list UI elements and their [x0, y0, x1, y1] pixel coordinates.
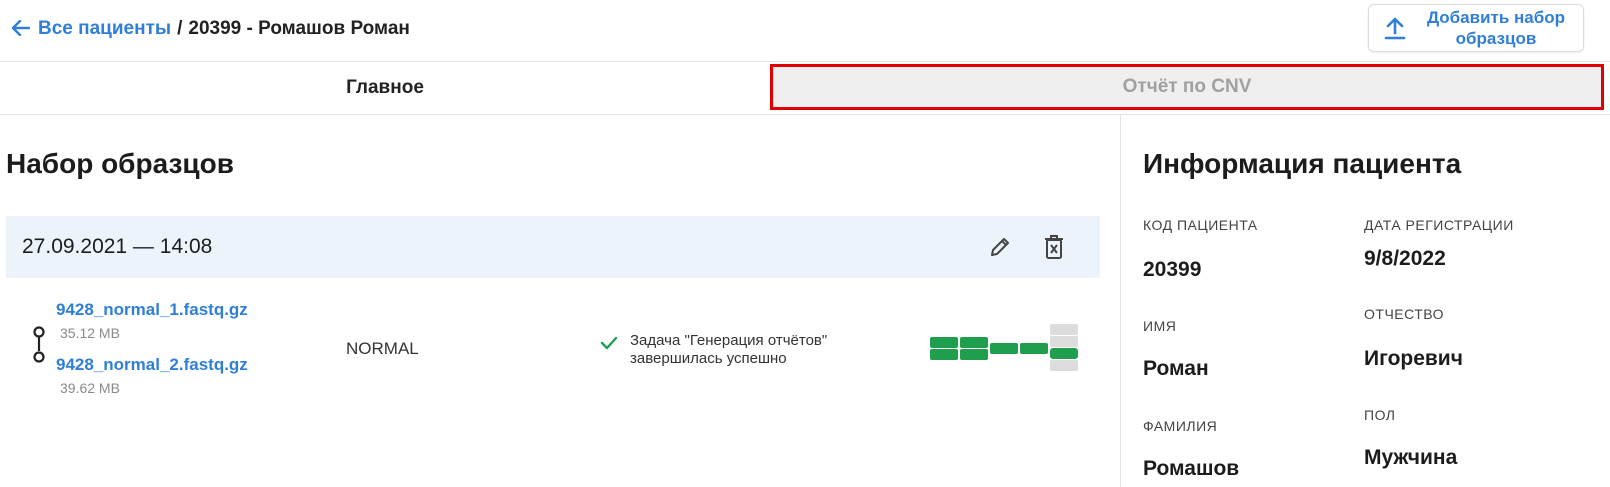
- patient-code-value: 20399: [1143, 258, 1202, 281]
- patronymic-label: ОТЧЕСТВО: [1364, 306, 1445, 322]
- check-icon: [600, 336, 618, 355]
- sample-type: NORMAL: [346, 339, 419, 358]
- last-name-label: ФАМИЛИЯ: [1143, 418, 1218, 434]
- breadcrumb-separator: /: [177, 18, 183, 39]
- last-name-value: Ромашов: [1143, 457, 1240, 480]
- task-status-text: Задача "Генерация отчётов" завершилась у…: [630, 332, 828, 367]
- pipeline-progress-indicator: [930, 324, 1080, 379]
- patronymic-value: Игоревич: [1364, 347, 1463, 370]
- upload-icon: [1369, 16, 1421, 40]
- arrow-left-icon[interactable]: [11, 18, 31, 40]
- file-pair-connector-icon: [32, 326, 46, 371]
- sample-set-header: 27.09.2021 — 14:08: [6, 216, 1100, 278]
- tab-main[interactable]: Главное: [0, 62, 770, 114]
- patient-info-title: Информация пациента: [1143, 148, 1462, 179]
- sex-label: ПОЛ: [1364, 407, 1396, 423]
- task-status: Задача "Генерация отчётов" завершилась у…: [600, 332, 827, 368]
- file-link[interactable]: 9428_normal_1.fastq.gz: [56, 300, 248, 320]
- add-sample-set-label: Добавить набор образцов: [1426, 8, 1566, 48]
- pencil-icon[interactable]: [982, 229, 1018, 265]
- current-patient-title: 20399 - Ромашов Роман: [188, 18, 410, 39]
- patient-code-label: КОД ПАЦИЕНТА: [1143, 217, 1258, 233]
- all-patients-link[interactable]: Все пациенты: [38, 18, 171, 40]
- first-name-label: ИМЯ: [1143, 318, 1177, 334]
- breadcrumb: Все пациенты / 20399 - Ромашов Роман: [11, 14, 410, 44]
- section-divider: [1120, 115, 1121, 487]
- registration-date-label: ДАТА РЕГИСТРАЦИИ: [1364, 217, 1514, 233]
- sample-sets-title: Набор образцов: [6, 148, 234, 179]
- delete-icon[interactable]: [1036, 229, 1072, 265]
- tab-cnv-report[interactable]: Отчёт по CNV: [770, 64, 1604, 110]
- first-name-value: Роман: [1143, 357, 1209, 380]
- sample-set-datetime: 27.09.2021 — 14:08: [22, 235, 213, 258]
- add-sample-set-button[interactable]: Добавить набор образцов: [1368, 4, 1584, 52]
- file-size: 35.12 MB: [60, 325, 120, 341]
- tabs-bottom-divider: [0, 114, 1610, 115]
- registration-date-value: 9/8/2022: [1364, 247, 1446, 270]
- sex-value: Мужчина: [1364, 446, 1458, 469]
- file-size: 39.62 MB: [60, 380, 120, 396]
- file-link[interactable]: 9428_normal_2.fastq.gz: [56, 355, 248, 375]
